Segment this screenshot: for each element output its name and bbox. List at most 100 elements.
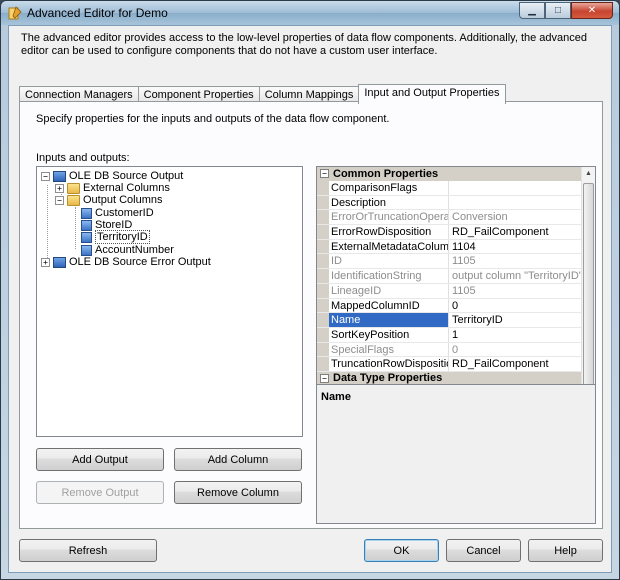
property-row[interactable]: MappedColumnID 0	[317, 298, 581, 314]
tree-item-column[interactable]: AccountNumber	[81, 244, 174, 256]
property-value[interactable]: RD_FailComponent	[449, 225, 581, 239]
help-button[interactable]: Help	[528, 539, 603, 562]
add-output-button[interactable]: Add Output	[36, 448, 164, 471]
remove-column-button[interactable]: Remove Column	[174, 481, 302, 504]
row-gutter	[317, 239, 329, 254]
inputs-outputs-tree[interactable]: − OLE DB Source Output + External Column…	[36, 166, 303, 437]
tree-item-column[interactable]: TerritoryID	[81, 230, 150, 244]
caption-buttons: ▁ □ ✕	[519, 2, 613, 20]
remove-output-button[interactable]: Remove Output	[36, 481, 164, 504]
property-help-box: Name	[316, 384, 596, 524]
property-row[interactable]: LineageID 1105	[317, 283, 581, 299]
property-value[interactable]: 1	[449, 328, 581, 342]
row-gutter	[317, 313, 329, 327]
property-name: ExternalMetadataColumnID	[331, 239, 449, 254]
tree-item-label: Output Columns	[83, 194, 163, 206]
collapse-icon[interactable]: −	[320, 373, 329, 383]
minimize-button[interactable]: ▁	[519, 2, 545, 19]
tree-item-external-columns[interactable]: + External Columns	[55, 182, 170, 194]
column-icon	[81, 219, 92, 231]
column-icon	[81, 231, 92, 243]
folder-icon	[67, 194, 80, 206]
row-gutter	[317, 357, 329, 371]
scroll-up-icon[interactable]: ▲	[582, 167, 595, 181]
refresh-button[interactable]: Refresh	[19, 539, 157, 562]
row-gutter	[317, 327, 329, 342]
tree-item-label: External Columns	[83, 182, 170, 194]
property-name: LineageID	[329, 283, 449, 298]
property-name: TruncationRowDisposition	[331, 357, 449, 371]
tree-connector	[47, 185, 48, 262]
property-value: 0	[452, 343, 459, 356]
tab-input-output-properties[interactable]: Input and Output Properties	[358, 84, 506, 104]
expand-icon[interactable]: +	[55, 183, 64, 193]
maximize-button[interactable]: □	[545, 2, 571, 19]
property-row[interactable]: ErrorRowDisposition RD_FailComponent	[317, 225, 581, 240]
property-name: ID	[329, 254, 449, 269]
column-icon	[81, 207, 92, 219]
collapse-icon[interactable]: −	[41, 171, 50, 181]
title-bar[interactable]: Advanced Editor for Demo ▁ □ ✕	[1, 1, 619, 25]
property-name: ErrorOrTruncationOperation	[331, 210, 449, 225]
property-value[interactable]	[449, 181, 581, 195]
property-name: Description	[329, 195, 449, 210]
property-value[interactable]: RD_FailComponent	[449, 357, 581, 371]
dialog-window: Advanced Editor for Demo ▁ □ ✕ The advan…	[0, 0, 620, 580]
output-icon	[53, 256, 66, 268]
property-name: Name	[329, 313, 449, 327]
property-row[interactable]: ExternalMetadataColumnID1104	[317, 239, 581, 255]
inputs-outputs-label: Inputs and outputs:	[36, 152, 130, 164]
output-icon	[53, 170, 66, 182]
property-row[interactable]: Description	[317, 195, 581, 211]
property-row[interactable]: SpecialFlags 0	[317, 342, 581, 358]
collapse-icon[interactable]: −	[55, 195, 64, 205]
row-gutter	[317, 342, 329, 357]
category-common-properties[interactable]: − Common Properties	[317, 167, 581, 181]
cancel-button[interactable]: Cancel	[446, 539, 521, 562]
tree-item-output-columns[interactable]: − Output Columns	[55, 194, 162, 206]
tree-item-error-output[interactable]: + OLE DB Source Error Output	[41, 256, 211, 268]
property-value[interactable]: 0	[449, 299, 581, 313]
property-name: SpecialFlags	[329, 342, 449, 357]
folder-icon	[67, 182, 80, 194]
editor-description: The advanced editor provides access to t…	[21, 32, 588, 57]
property-name: SortKeyPosition	[329, 327, 449, 342]
property-name: MappedColumnID	[329, 298, 449, 313]
row-gutter	[317, 225, 329, 239]
app-icon	[8, 6, 22, 20]
ok-button[interactable]: OK	[364, 539, 439, 562]
tree-item-label: AccountNumber	[95, 244, 174, 256]
panel-instructions: Specify properties for the inputs and ou…	[36, 113, 390, 125]
property-row[interactable]: Name TerritoryID	[317, 313, 581, 328]
property-row[interactable]: ErrorOrTruncationOperationConversion	[317, 210, 581, 226]
property-value[interactable]: 1104	[449, 240, 581, 254]
tree-item-label: OLE DB Source Error Output	[69, 256, 211, 268]
property-row[interactable]: TruncationRowDisposition RD_FailComponent	[317, 357, 581, 372]
property-row[interactable]: IdentificationString output column "Terri…	[317, 269, 581, 284]
collapse-icon[interactable]: −	[320, 169, 329, 178]
common-property-rows: ComparisonFlags Description ErrorOrTruncat…	[317, 181, 581, 372]
row-gutter	[317, 269, 329, 283]
column-icon	[81, 244, 92, 256]
row-gutter	[317, 298, 329, 313]
add-column-button[interactable]: Add Column	[174, 448, 302, 471]
property-value[interactable]: TerritoryID	[449, 313, 581, 327]
close-button[interactable]: ✕	[571, 2, 613, 19]
property-row[interactable]: ComparisonFlags	[317, 181, 581, 196]
tree-item-column[interactable]: CustomerID	[81, 207, 154, 219]
tree-connector	[75, 207, 76, 249]
tree-item-label: OLE DB Source Output	[69, 170, 184, 182]
property-row[interactable]: SortKeyPosition 1	[317, 327, 581, 343]
tree-item-source-output[interactable]: − OLE DB Source Output	[41, 170, 183, 182]
property-value: Conversion	[452, 211, 508, 224]
expand-icon[interactable]: +	[41, 257, 50, 267]
row-gutter	[317, 181, 329, 195]
property-row[interactable]: ID 1105	[317, 254, 581, 270]
property-name: ErrorRowDisposition	[329, 225, 449, 239]
row-gutter	[317, 195, 329, 210]
category-label: Data Type Properties	[333, 372, 443, 385]
tab-panel: Specify properties for the inputs and ou…	[19, 101, 603, 529]
row-gutter	[317, 254, 329, 269]
property-value[interactable]	[449, 196, 581, 210]
dialog-client-area: The advanced editor provides access to t…	[8, 25, 612, 573]
